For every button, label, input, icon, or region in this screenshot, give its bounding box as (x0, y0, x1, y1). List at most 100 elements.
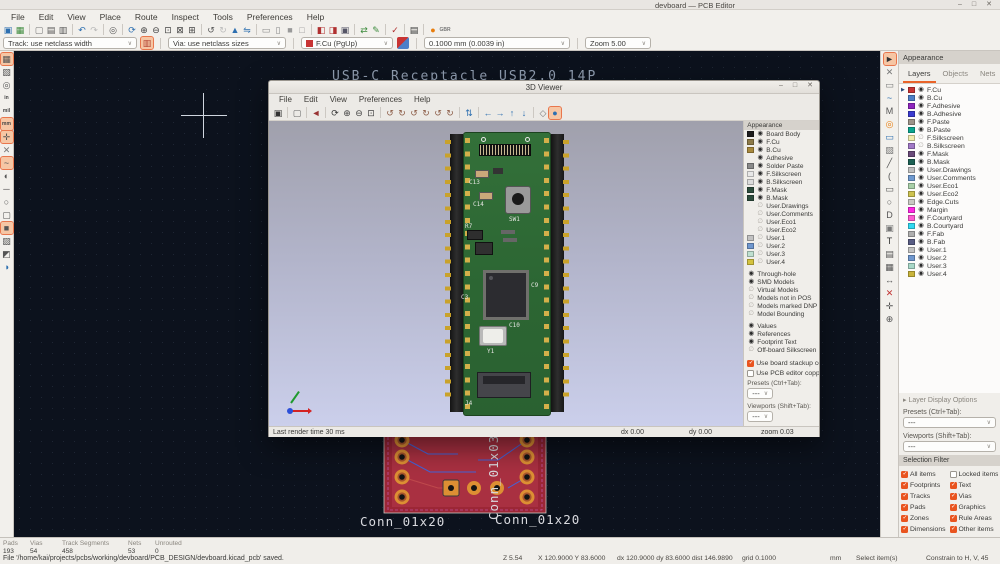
layer-row-b-fab[interactable]: ◉B.Fab (899, 238, 1000, 246)
undo-icon[interactable]: ↶ (76, 24, 88, 36)
layer-color-swatch[interactable] (908, 223, 915, 229)
checkbox-vias[interactable]: Vias (950, 491, 999, 501)
dim-inactive-layers-icon[interactable]: ◩ (1, 248, 13, 260)
visibility-eye-off-icon[interactable]: ∅ (756, 250, 764, 258)
visibility-eye-off-icon[interactable]: ∅ (747, 346, 755, 354)
layer-row-user-eco1[interactable]: ∅User.Eco1 (744, 218, 819, 226)
draw-line-icon[interactable]: ╱ (884, 157, 896, 169)
visibility-eye-off-icon[interactable]: ∅ (747, 302, 755, 310)
add-table-icon[interactable]: ▦ (884, 261, 896, 273)
visibility-eye-icon[interactable]: ◉ (917, 166, 925, 174)
checkbox-footprints[interactable]: Footprints (901, 480, 950, 490)
layer-row-values[interactable]: ◉Values (744, 322, 819, 330)
orthographic-projection-icon[interactable]: ◇ (537, 107, 549, 119)
menu-main-edit[interactable]: Edit (32, 12, 61, 22)
layer-row-f-adhesive[interactable]: ◉F.Adhesive (899, 102, 1000, 110)
checkbox-box[interactable] (901, 471, 908, 478)
export-image-icon[interactable]: ▣ (272, 107, 284, 119)
add-text-icon[interactable]: T (884, 235, 896, 247)
layer-row-model-bounding[interactable]: ∅Model Bounding (744, 310, 819, 318)
layer-row-user-eco1[interactable]: ◉User.Eco1 (899, 182, 1000, 190)
layer-color-swatch[interactable] (747, 179, 754, 185)
add-textbox-icon[interactable]: ▤ (884, 248, 896, 260)
layer-color-swatch[interactable] (747, 219, 754, 225)
rotate-x-cw-icon[interactable]: ↻ (396, 107, 408, 119)
layer-color-swatch[interactable] (747, 259, 754, 265)
visibility-eye-icon[interactable]: ◉ (747, 278, 755, 286)
layer-color-swatch[interactable] (747, 235, 754, 241)
visibility-eye-off-icon[interactable]: ∅ (756, 242, 764, 250)
layer-color-swatch[interactable] (747, 195, 754, 201)
visibility-eye-off-icon[interactable]: ∅ (756, 226, 764, 234)
checkbox-box[interactable] (747, 370, 754, 377)
viewer3d-close-icon[interactable]: ✕ (807, 81, 813, 91)
rotate-cw-icon[interactable]: ↻ (217, 24, 229, 36)
menu-3d-edit[interactable]: Edit (298, 95, 324, 104)
checkbox-box[interactable] (950, 482, 957, 489)
layer-row-f-fab[interactable]: ◉F.Fab (899, 230, 1000, 238)
pan-down-icon[interactable]: ↓ (518, 107, 530, 119)
layer-row-user-4[interactable]: ◉User.4 (899, 270, 1000, 278)
rotate-ccw-icon[interactable]: ↺ (205, 24, 217, 36)
layer-row-user-4[interactable]: ∅User.4 (744, 258, 819, 266)
viewports-combo[interactable]: ---∨ (903, 441, 996, 452)
layer-row-f-paste[interactable]: ◉F.Paste (899, 118, 1000, 126)
visibility-eye-icon[interactable]: ◉ (917, 102, 925, 110)
auto-track-width-icon[interactable]: ▥ (141, 37, 153, 49)
layer-row-margin[interactable]: ◉Margin (899, 206, 1000, 214)
zoom-selection-icon[interactable]: ⊞ (186, 24, 198, 36)
visibility-eye-off-icon[interactable]: ∅ (747, 286, 755, 294)
visibility-eye-off-icon[interactable]: ∅ (747, 294, 755, 302)
menu-main-preferences[interactable]: Preferences (240, 12, 300, 22)
schematic-parity-icon[interactable]: ✎ (370, 24, 382, 36)
layer-row-footprint-text[interactable]: ◉Footprint Text (744, 338, 819, 346)
layer-color-swatch[interactable] (747, 187, 754, 193)
checkbox-all-items[interactable]: All items (901, 469, 950, 479)
rotate-x-ccw-icon[interactable]: ↺ (384, 107, 396, 119)
layer-color-swatch[interactable] (908, 183, 915, 189)
layer-color-swatch[interactable] (747, 251, 754, 257)
layer-color-swatch[interactable] (908, 119, 915, 125)
menu-main-tools[interactable]: Tools (206, 12, 240, 22)
rotate-y-ccw-icon[interactable]: ↺ (408, 107, 420, 119)
layer-color-swatch[interactable] (908, 263, 915, 269)
menu-3d-preferences[interactable]: Preferences (353, 95, 408, 104)
net-inspector-icon[interactable]: ▭ (884, 79, 896, 91)
checkbox-box[interactable] (901, 504, 908, 511)
visibility-eye-icon[interactable]: ◉ (917, 238, 925, 246)
route-tracks-icon[interactable]: ~ (884, 92, 896, 104)
checkbox-other-items[interactable]: Other items (950, 524, 999, 534)
gerber-export-icon[interactable]: GBR (439, 24, 451, 36)
layer-color-swatch[interactable] (908, 87, 915, 93)
add-dimension-icon[interactable]: ↔ (884, 274, 896, 286)
visibility-eye-off-icon[interactable]: ∅ (756, 202, 764, 210)
visibility-eye-icon[interactable]: ◉ (756, 130, 764, 138)
flip-board-view-icon[interactable]: ▲ (229, 24, 241, 36)
visibility-eye-icon[interactable]: ◉ (756, 170, 764, 178)
rotate-y-cw-icon[interactable]: ↻ (420, 107, 432, 119)
layer-row-user-eco2[interactable]: ∅User.Eco2 (744, 226, 819, 234)
layer-row-adhesive[interactable]: ◉Adhesive (744, 154, 819, 162)
layer-color-swatch[interactable] (747, 163, 754, 169)
print-icon[interactable]: ▤ (45, 24, 57, 36)
visibility-eye-off-icon[interactable]: ∅ (747, 310, 755, 318)
checkbox-text[interactable]: Text (950, 480, 999, 490)
menu-main-route[interactable]: Route (128, 12, 165, 22)
layer-color-swatch[interactable] (747, 171, 754, 177)
visibility-eye-icon[interactable]: ◉ (917, 86, 925, 94)
layer-color-swatch[interactable] (747, 211, 754, 217)
presets-combo[interactable]: ---∨ (903, 417, 996, 428)
add-filled-zone-icon[interactable]: ▭ (884, 131, 896, 143)
visibility-eye-icon[interactable]: ◉ (917, 110, 925, 118)
layer-row-edge-cuts[interactable]: ◉Edge.Cuts (899, 198, 1000, 206)
layer-row-models-not-in-pos[interactable]: ∅Models not in POS (744, 294, 819, 302)
layer-row-b-mask[interactable]: ◉B.Mask (744, 194, 819, 202)
layer-row-f-mask[interactable]: ◉F.Mask (899, 150, 1000, 158)
layer-row-b-adhesive[interactable]: ◉B.Adhesive (899, 110, 1000, 118)
tab-objects[interactable]: Objects (938, 67, 973, 83)
add-reference-image-icon[interactable]: ▣ (884, 222, 896, 234)
full-window-crosshair-icon[interactable]: ✛ (1, 131, 13, 143)
layer-row-b-silkscreen[interactable]: ∅B.Silkscreen (899, 142, 1000, 150)
checkbox-graphics[interactable]: Graphics (950, 502, 999, 512)
layer-row-solder-paste[interactable]: ◉Solder Paste (744, 162, 819, 170)
